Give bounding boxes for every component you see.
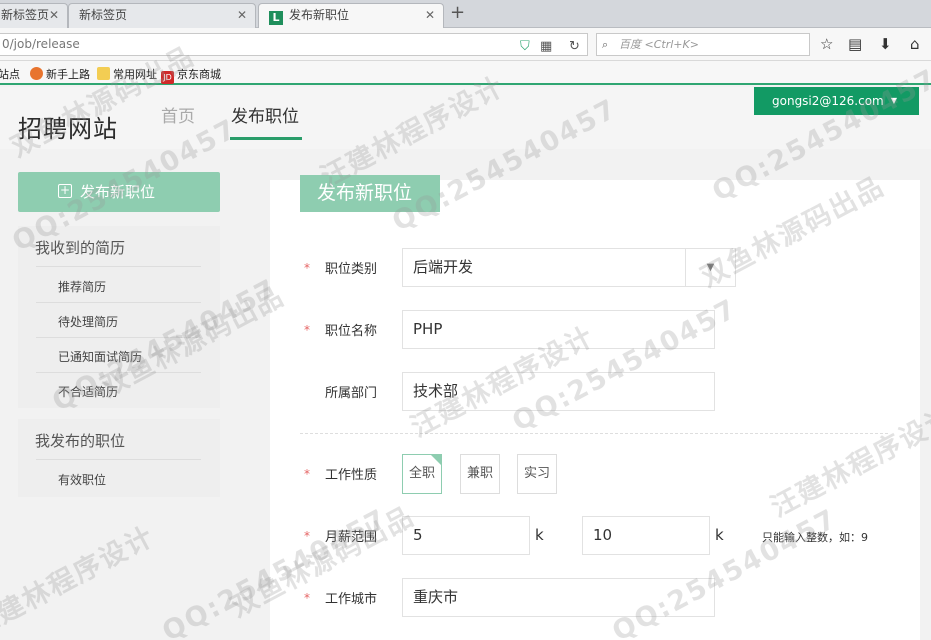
- qrcode-icon[interactable]: ▦: [540, 36, 552, 57]
- main-panel: 发布新职位 * 职位类别 后端开发 ▼ * 职位名称 PHP 所属部门 技术部 …: [270, 175, 920, 640]
- nav-post-job[interactable]: 发布职位: [231, 102, 299, 127]
- divider: [36, 337, 201, 338]
- form-row-salary: * 月薪范围 5 k 10 k 只能输入整数，如：9: [270, 516, 920, 556]
- download-icon[interactable]: ⬇: [879, 35, 892, 53]
- tab-label: 发布新职位: [289, 8, 350, 22]
- new-tab-icon[interactable]: +: [450, 2, 465, 23]
- nav-home[interactable]: 首页: [161, 102, 195, 127]
- tab-label: 新标签页: [1, 8, 50, 22]
- nav-active-indicator: [230, 137, 302, 140]
- divider: [300, 433, 888, 434]
- user-menu[interactable]: gongsi2@126.com ▼: [754, 87, 919, 115]
- field-label: 月薪范围: [325, 530, 378, 545]
- close-icon[interactable]: ✕: [237, 4, 247, 27]
- sidebar-item-pending[interactable]: 待处理简历: [58, 313, 118, 330]
- bookmark-item[interactable]: 新手上路: [30, 66, 90, 82]
- browser-tab-2[interactable]: 新标签页 ✕: [68, 3, 256, 28]
- field-label: 职位类别: [325, 262, 378, 277]
- bookmark-item[interactable]: 常用网址: [97, 66, 157, 82]
- divider: [36, 266, 201, 267]
- sidebar-item-active-jobs[interactable]: 有效职位: [58, 471, 106, 488]
- nature-option-intern[interactable]: 实习: [517, 454, 557, 494]
- salary-min-input[interactable]: 5: [402, 516, 530, 555]
- search-placeholder: 百度 <Ctrl+K>: [619, 38, 699, 51]
- department-input[interactable]: 技术部: [402, 372, 715, 411]
- search-icon: ⌕: [602, 38, 609, 51]
- field-label: 职位名称: [325, 324, 378, 339]
- close-icon[interactable]: ✕: [425, 4, 435, 27]
- sidebar-group-resumes: 我收到的简历 推荐简历 待处理简历 已通知面试简历 不合适简历: [18, 226, 220, 408]
- form-row-dept: 所属部门 技术部: [270, 372, 920, 412]
- page-title: 发布新职位: [300, 175, 440, 212]
- url-text: 0/job/release: [2, 37, 80, 51]
- sidebar-item-interview[interactable]: 已通知面试简历: [58, 348, 142, 365]
- category-select[interactable]: 后端开发 ▼: [402, 248, 736, 287]
- salary-hint: 只能输入整数，如：9: [762, 531, 868, 544]
- bookmark-item[interactable]: 站点: [0, 66, 20, 82]
- salary-max-input[interactable]: 10: [582, 516, 710, 555]
- site-favicon-icon: L: [269, 11, 283, 25]
- shield-icon[interactable]: ⛉: [520, 36, 530, 57]
- salary-unit: k: [715, 526, 724, 544]
- bookmarks-icon[interactable]: ▤: [848, 35, 862, 53]
- url-field[interactable]: 0/job/release ⛉ ▦ ↻: [0, 33, 588, 56]
- watermark: 汪建林程序设计: [0, 520, 160, 640]
- job-name-input[interactable]: PHP: [402, 310, 715, 349]
- city-input[interactable]: 重庆市: [402, 578, 715, 617]
- divider: [36, 459, 201, 460]
- sidebar-item-recommended[interactable]: 推荐简历: [58, 278, 106, 295]
- browser-tab-1[interactable]: 新标签页 ✕: [0, 3, 68, 28]
- post-new-job-button[interactable]: + 发布新职位: [18, 172, 220, 212]
- form-row-nature: * 工作性质 全职 兼职 实习: [270, 454, 920, 494]
- required-mark: *: [304, 467, 310, 481]
- browser-nav-bar: 0/job/release ⛉ ▦ ↻ ⌕ 百度 <Ctrl+K> ☆ ▤ ⬇ …: [0, 28, 931, 61]
- form-row-category: * 职位类别 后端开发 ▼: [270, 248, 920, 288]
- required-mark: *: [304, 261, 310, 275]
- bookmark-item[interactable]: JD 京东商城: [161, 66, 221, 84]
- divider: [36, 302, 201, 303]
- browser-tab-bar: 新标签页 ✕ 新标签页 ✕ L 发布新职位 ✕ +: [0, 0, 931, 28]
- home-icon[interactable]: ⌂: [910, 35, 920, 53]
- salary-unit: k: [535, 526, 544, 544]
- reload-icon[interactable]: ↻: [569, 36, 580, 57]
- firefox-icon: [30, 67, 43, 80]
- folder-icon: [97, 67, 110, 80]
- nature-option-parttime[interactable]: 兼职: [460, 454, 500, 494]
- required-mark: *: [304, 529, 310, 543]
- caret-down-icon: ▼: [890, 96, 897, 105]
- chevron-down-icon[interactable]: ▼: [685, 249, 735, 286]
- plus-icon: +: [58, 183, 72, 198]
- tab-label: 新标签页: [79, 8, 128, 22]
- star-icon[interactable]: ☆: [820, 35, 833, 53]
- browser-tab-3[interactable]: L 发布新职位 ✕: [258, 3, 444, 28]
- user-email: gongsi2@126.com: [772, 94, 884, 108]
- site-header: 招聘网站 首页 发布职位 gongsi2@126.com ▼: [0, 87, 931, 149]
- close-icon[interactable]: ✕: [49, 4, 59, 27]
- jd-icon: JD: [161, 71, 174, 84]
- bookmarks-bar: 站点 新手上路 常用网址 JD 京东商城: [0, 61, 931, 85]
- sidebar-group-title: 我收到的简历: [35, 239, 126, 257]
- divider: [36, 372, 201, 373]
- nature-option-fulltime[interactable]: 全职: [402, 454, 442, 494]
- required-mark: *: [304, 323, 310, 337]
- field-label: 工作性质: [325, 468, 378, 483]
- form-row-name: * 职位名称 PHP: [270, 310, 920, 350]
- sidebar-item-rejected[interactable]: 不合适简历: [58, 383, 118, 400]
- required-mark: *: [304, 591, 310, 605]
- sidebar-group-jobs: 我发布的职位 有效职位: [18, 419, 220, 497]
- site-logo[interactable]: 招聘网站: [18, 109, 118, 144]
- sidebar-group-title: 我发布的职位: [35, 432, 126, 450]
- field-label: 工作城市: [325, 592, 378, 607]
- search-field[interactable]: ⌕ 百度 <Ctrl+K>: [596, 33, 810, 56]
- field-label: 所属部门: [325, 386, 378, 401]
- form-row-city: * 工作城市 重庆市: [270, 578, 920, 618]
